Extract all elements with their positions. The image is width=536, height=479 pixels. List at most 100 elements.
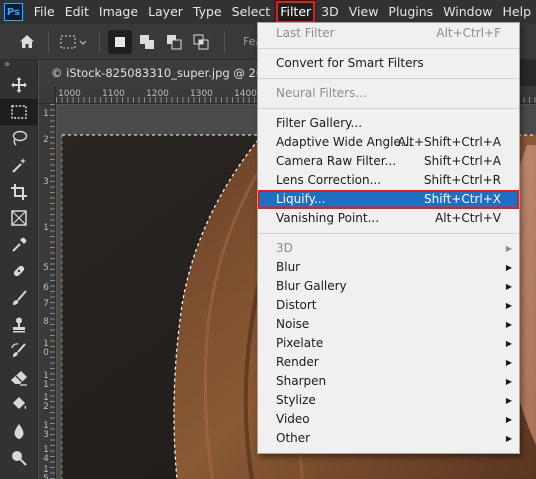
menu-item-distort[interactable]: Distort ▶ bbox=[258, 296, 519, 315]
collapse-icon[interactable]: » bbox=[0, 60, 37, 72]
ruler-label: 5 bbox=[43, 263, 49, 273]
menu-plugins[interactable]: Plugins bbox=[383, 0, 438, 24]
menu-item-stylize[interactable]: Stylize ▶ bbox=[258, 391, 519, 410]
menu-window[interactable]: Window bbox=[438, 0, 497, 24]
menu-select[interactable]: Select bbox=[227, 0, 276, 24]
chevron-right-icon: ▶ bbox=[505, 244, 512, 253]
intersect-selection-icon[interactable] bbox=[189, 30, 213, 54]
eraser-tool-icon[interactable] bbox=[0, 365, 38, 392]
magic-wand-tool-icon[interactable] bbox=[0, 152, 38, 179]
menu-item-neural-filters: Neural Filters... bbox=[258, 84, 519, 103]
eyedropper-tool-icon[interactable] bbox=[0, 232, 38, 259]
chevron-right-icon: ▶ bbox=[505, 282, 512, 291]
ruler-label: 0 bbox=[43, 348, 49, 358]
ruler-label: 1 bbox=[43, 223, 49, 233]
menu-filter[interactable]: Filter bbox=[275, 0, 317, 24]
dodge-tool-icon[interactable] bbox=[0, 444, 38, 471]
menu-item-noise[interactable]: Noise ▶ bbox=[258, 315, 519, 334]
menu-item-render[interactable]: Render ▶ bbox=[258, 353, 519, 372]
lasso-tool-icon[interactable] bbox=[0, 125, 38, 152]
subtract-from-selection-icon[interactable] bbox=[162, 30, 186, 54]
document-tab[interactable]: © iStock-825083310_super.jpg @ 20,2% bbox=[39, 60, 259, 86]
ruler-label: 2 bbox=[43, 402, 49, 412]
menu-item-label: Neural Filters... bbox=[276, 86, 367, 100]
menu-3d[interactable]: 3D bbox=[316, 0, 344, 24]
menu-item-other[interactable]: Other ▶ bbox=[258, 429, 519, 448]
menu-layer[interactable]: Layer bbox=[143, 0, 188, 24]
menu-help[interactable]: Help bbox=[498, 0, 536, 24]
frame-tool-icon[interactable] bbox=[0, 205, 38, 232]
healing-brush-tool-icon[interactable] bbox=[0, 258, 38, 285]
chevron-right-icon: ▶ bbox=[505, 339, 512, 348]
blur-tool-icon[interactable] bbox=[0, 418, 38, 445]
divider bbox=[48, 30, 49, 53]
chevron-right-icon: ▶ bbox=[505, 396, 512, 405]
menu-item-label: Last Filter bbox=[276, 26, 335, 40]
menu-file[interactable]: File bbox=[29, 0, 60, 24]
menu-type[interactable]: Type bbox=[188, 0, 227, 24]
menu-item-blur[interactable]: Blur ▶ bbox=[258, 258, 519, 277]
ruler-label: 1000 bbox=[58, 89, 81, 99]
menu-item-label: Blur Gallery bbox=[276, 279, 347, 293]
menu-item-convert-smart-filters[interactable]: Convert for Smart Filters bbox=[258, 54, 519, 73]
brush-tool-icon[interactable] bbox=[0, 285, 38, 312]
menu-item-shortcut: Alt+Ctrl+V bbox=[435, 211, 501, 225]
move-tool-icon[interactable] bbox=[0, 72, 38, 99]
menu-item-shortcut: Shift+Ctrl+X bbox=[424, 192, 501, 206]
add-to-selection-icon[interactable] bbox=[135, 30, 159, 54]
divider bbox=[99, 30, 100, 53]
menu-item-label: Camera Raw Filter... bbox=[276, 154, 397, 168]
ruler-label: 5 bbox=[43, 474, 49, 479]
menu-item-vanishing-point[interactable]: Vanishing Point... Alt+Ctrl+V bbox=[258, 209, 519, 228]
menu-item-pixelate[interactable]: Pixelate ▶ bbox=[258, 334, 519, 353]
tools-panel: » bbox=[0, 60, 38, 479]
menu-item-label: Distort bbox=[276, 298, 317, 312]
history-brush-tool-icon[interactable] bbox=[0, 338, 38, 365]
menu-item-label: 3D bbox=[276, 241, 293, 255]
crop-tool-icon[interactable] bbox=[0, 178, 38, 205]
menu-separator bbox=[258, 78, 519, 79]
menu-separator bbox=[258, 48, 519, 49]
ruler-label: 1 bbox=[43, 380, 49, 390]
menu-item-label: Vanishing Point... bbox=[276, 211, 380, 225]
ruler-label: 1 bbox=[43, 109, 49, 119]
menu-item-video[interactable]: Video ▶ bbox=[258, 410, 519, 429]
ruler-label: 2 bbox=[43, 135, 49, 145]
menu-item-label: Blur bbox=[276, 260, 301, 274]
menu-item-camera-raw-filter[interactable]: Camera Raw Filter... Shift+Ctrl+A bbox=[258, 152, 519, 171]
menu-item-liquify[interactable]: Liquify... Shift+Ctrl+X bbox=[258, 190, 519, 209]
menu-item-shortcut: Alt+Ctrl+F bbox=[436, 26, 501, 40]
photoshop-logo[interactable]: Ps bbox=[4, 3, 23, 21]
menu-item-label: Pixelate bbox=[276, 336, 324, 350]
new-selection-icon[interactable] bbox=[108, 29, 132, 54]
vertical-ruler[interactable]: 1 2 3 1 5 6 7 8 1 0 1 1 1 2 1 3 1 4 1 5 bbox=[39, 104, 56, 479]
menu-view[interactable]: View bbox=[344, 0, 384, 24]
clone-stamp-tool-icon[interactable] bbox=[0, 311, 38, 338]
menu-item-sharpen[interactable]: Sharpen ▶ bbox=[258, 372, 519, 391]
menu-item-lens-correction[interactable]: Lens Correction... Shift+Ctrl+R bbox=[258, 171, 519, 190]
chevron-right-icon: ▶ bbox=[505, 301, 512, 310]
menu-item-label: Render bbox=[276, 355, 319, 369]
menu-item-shortcut: Alt+Shift+Ctrl+A bbox=[397, 135, 501, 149]
paint-bucket-tool-icon[interactable] bbox=[0, 391, 38, 418]
rectangular-marquee-tool-icon[interactable] bbox=[0, 98, 38, 126]
menu-item-label: Adaptive Wide Angle... bbox=[276, 135, 413, 149]
ruler-corner[interactable] bbox=[39, 86, 56, 104]
home-icon[interactable] bbox=[14, 29, 40, 55]
menu-bar: Ps File Edit Image Layer Type Select Fil… bbox=[0, 0, 536, 24]
menu-item-adaptive-wide-angle[interactable]: Adaptive Wide Angle... Alt+Shift+Ctrl+A bbox=[258, 133, 519, 152]
chevron-right-icon: ▶ bbox=[505, 358, 512, 367]
menu-item-filter-gallery[interactable]: Filter Gallery... bbox=[258, 114, 519, 133]
chevron-right-icon: ▶ bbox=[505, 377, 512, 386]
marquee-preset-icon[interactable] bbox=[57, 29, 91, 55]
divider bbox=[224, 30, 225, 53]
menu-item-3d: 3D ▶ bbox=[258, 239, 519, 258]
menu-image[interactable]: Image bbox=[94, 0, 143, 24]
menu-edit[interactable]: Edit bbox=[60, 0, 94, 24]
ruler-label: 3 bbox=[43, 430, 49, 440]
menu-item-label: Noise bbox=[276, 317, 310, 331]
menu-item-blur-gallery[interactable]: Blur Gallery ▶ bbox=[258, 277, 519, 296]
menu-item-last-filter: Last Filter Alt+Ctrl+F bbox=[258, 24, 519, 43]
chevron-right-icon: ▶ bbox=[505, 415, 512, 424]
ruler-label: 3 bbox=[43, 177, 49, 187]
